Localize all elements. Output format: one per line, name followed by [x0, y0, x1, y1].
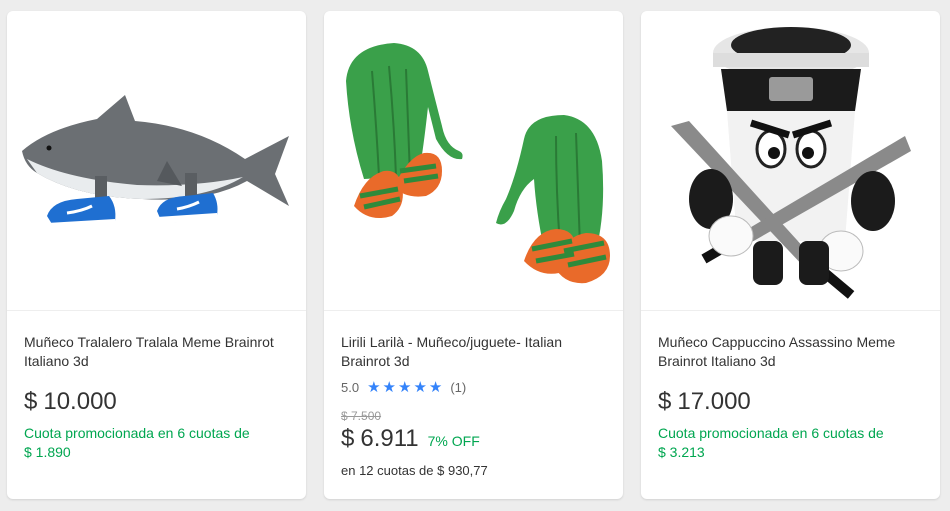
currency-symbol: $ [658, 388, 672, 415]
price-amount: 10.000 [43, 388, 117, 415]
product-price: $17.000 [658, 388, 928, 416]
shark-with-sneakers-image [22, 95, 289, 231]
rating-stars: ★ ★ ★ ★ ★ [367, 380, 442, 395]
installments-info: Cuota promocionada en 6 cuotas de $ 3.21… [658, 424, 928, 462]
elephant-cactus-sandals-image [346, 43, 610, 284]
rating-count: (1) [450, 379, 467, 395]
currency-symbol: $ [341, 425, 355, 452]
old-price: $ 7.500 [341, 409, 382, 423]
installments-line: Cuota promocionada en 6 cuotas de [24, 425, 250, 441]
product-image[interactable] [641, 11, 940, 311]
rating-score: 5.0 [341, 379, 360, 395]
product-card-cappuccino[interactable]: Muñeco Cappuccino Assassino Meme Brainro… [641, 11, 940, 499]
product-title[interactable]: Muñeco Tralalero Tralala Meme Brainrot I… [24, 333, 294, 371]
product-title[interactable]: Muñeco Cappuccino Assassino Meme Brainro… [658, 333, 928, 371]
rating: 5.0 ★ ★ ★ ★ ★ (1) [341, 379, 611, 395]
star-icon: ★ [382, 378, 396, 396]
installments-info: en 12 cuotas de $ 930,77 [341, 463, 488, 478]
cappuccino-ninja-image [671, 27, 911, 299]
product-image[interactable] [324, 11, 623, 311]
star-icon: ★ [413, 378, 427, 396]
discount-badge: 7% OFF [427, 433, 480, 449]
product-card-lirili[interactable]: Lirili Larilà - Muñeco/juguete- Italian … [324, 11, 623, 499]
installments-amount: $ 1.890 [24, 444, 71, 460]
price-amount: 17.000 [677, 388, 751, 415]
star-icon: ★ [428, 378, 443, 396]
installments-info: Cuota promocionada en 6 cuotas de $ 1.89… [24, 424, 294, 462]
price-amount: 6.911 [360, 425, 419, 452]
star-icon: ★ [397, 378, 412, 396]
product-price: $6.911 7% OFF [341, 425, 611, 455]
installments-line: Cuota promocionada en 6 cuotas de [658, 425, 884, 441]
currency-symbol: $ [24, 388, 38, 415]
star-icon: ★ [367, 378, 381, 396]
product-price: $10.000 [24, 388, 294, 416]
product-card-tralalero[interactable]: Muñeco Tralalero Tralala Meme Brainrot I… [7, 11, 306, 499]
installments-amount: $ 3.213 [658, 444, 705, 460]
product-title[interactable]: Lirili Larilà - Muñeco/juguete- Italian … [341, 333, 611, 371]
product-image[interactable] [7, 11, 306, 311]
